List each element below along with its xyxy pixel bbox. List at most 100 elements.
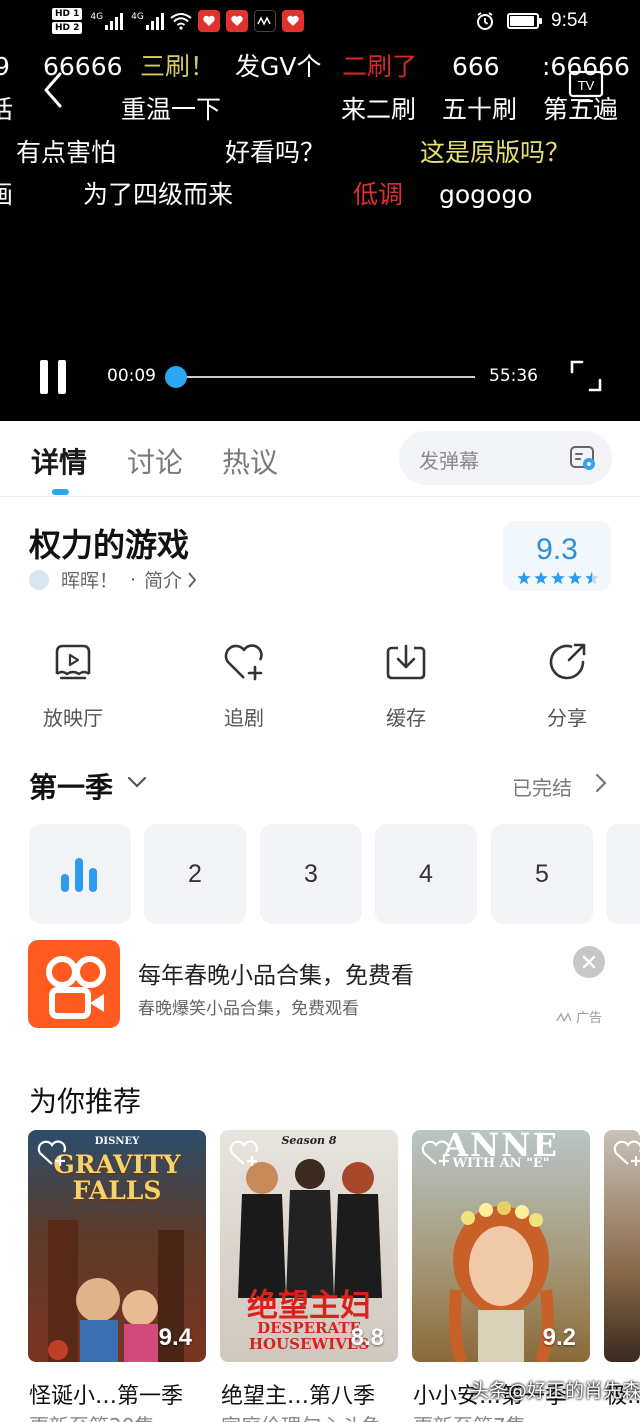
alarm-icon xyxy=(477,12,494,30)
hd-badges: HD 1 HD 2 xyxy=(52,8,83,34)
rec-subtitle: 更新至第7集 xyxy=(413,1410,526,1422)
intro-link[interactable]: 简介 xyxy=(144,566,182,593)
rec-card-partial[interactable] xyxy=(604,1130,640,1362)
rec-score: 9.4 xyxy=(158,1324,192,1351)
danmaku-input[interactable]: 发弹幕 xyxy=(399,431,612,485)
share-label: 分享 xyxy=(547,706,587,730)
heart-plus-icon[interactable] xyxy=(612,1138,640,1168)
ad-close-button[interactable] xyxy=(573,946,605,978)
current-time: 00:09 xyxy=(107,366,156,386)
chevron-right-icon[interactable] xyxy=(594,772,608,794)
active-tab-indicator xyxy=(52,489,69,495)
share-button[interactable]: 分享 xyxy=(517,640,617,731)
notification-app-icon xyxy=(197,10,220,32)
danmaku-comment: 好看吗？ xyxy=(225,138,326,167)
watermark: 头条@好正的肖先森 xyxy=(470,1380,640,1402)
danmaku-settings-icon[interactable] xyxy=(569,444,597,472)
episode-1-playing[interactable] xyxy=(29,824,131,924)
video-player[interactable]: HD 1 HD 2 4G 4G 9:54 9 66666 三刷！ 发GV个 二刷… xyxy=(0,0,640,421)
close-icon xyxy=(582,955,596,969)
network-type: 4G xyxy=(131,12,144,22)
danmaku-comment: gogogo xyxy=(439,180,533,209)
danmaku-comment: 有点害怕 xyxy=(16,138,117,167)
ad-app-logo[interactable] xyxy=(28,940,120,1028)
season-status[interactable]: 已完结 xyxy=(512,772,572,801)
season-selector[interactable]: 第一季 xyxy=(29,766,113,806)
episode-button[interactable] xyxy=(606,824,640,924)
tab-details[interactable]: 详情 xyxy=(31,441,87,481)
danmaku-comment: 来二刷 xyxy=(341,95,417,124)
status-bar: HD 1 HD 2 4G 4G 9:54 xyxy=(0,0,640,46)
danmaku-comment: 画 xyxy=(0,180,14,209)
uploader-avatar[interactable] xyxy=(29,569,49,590)
star-filled xyxy=(534,571,548,585)
rec-score: 9.2 xyxy=(542,1324,576,1351)
episode-button[interactable]: 5 xyxy=(491,824,593,924)
star-filled xyxy=(551,571,565,585)
danmaku-comment: 为了四级而来 xyxy=(83,180,234,209)
hd-badge: HD 1 xyxy=(52,8,83,20)
rating-card[interactable]: 9.3 xyxy=(503,521,611,591)
poster-art xyxy=(238,1159,382,1298)
heart-plus-icon[interactable] xyxy=(420,1138,452,1168)
danmaku-comment: 9 xyxy=(0,52,10,81)
notification-app-icon xyxy=(281,10,304,32)
rec-card-anne[interactable]: ANNE WITH AN "E" 9.2 xyxy=(412,1130,590,1362)
playing-bars-icon xyxy=(61,858,97,892)
hd-badge: HD 2 xyxy=(52,22,83,34)
theater-icon xyxy=(55,644,91,680)
detail-tab-bar: 详情 讨论 热议 发弹幕 xyxy=(0,421,640,497)
rec-card-desperate-housewives[interactable]: Season 8 绝望主妇 DESPERATE HOUSEWIVES 8.8 xyxy=(220,1130,398,1362)
theater-label: 放映厅 xyxy=(43,706,103,730)
episode-button[interactable]: 3 xyxy=(260,824,362,924)
follow-show-label: 追剧 xyxy=(224,706,264,730)
ad-source-icon xyxy=(556,1011,572,1022)
notification-app-icon xyxy=(225,10,248,32)
pause-button[interactable] xyxy=(38,360,68,394)
episode-button[interactable]: 2 xyxy=(144,824,246,924)
signal-icon: 4G xyxy=(90,12,124,30)
heart-plus-icon[interactable] xyxy=(228,1138,260,1168)
chevron-down-icon[interactable] xyxy=(126,772,148,792)
rating-score: 9.3 xyxy=(536,533,578,566)
download-button[interactable]: 缓存 xyxy=(356,640,456,731)
progress-knob[interactable] xyxy=(164,366,187,388)
ad-title[interactable]: 每年春晚小品合集，免费看 xyxy=(138,956,414,990)
network-type: 4G xyxy=(90,12,104,22)
follow-show-button[interactable]: 追剧 xyxy=(194,640,294,731)
rec-subtitle: 家庭伦理勾心斗角 xyxy=(221,1410,381,1422)
uploader-name[interactable]: 晖晖！ xyxy=(61,566,118,593)
tv-label: TV xyxy=(578,78,595,93)
tab-hot-topics[interactable]: 热议 xyxy=(222,441,278,481)
heart-plus-icon[interactable] xyxy=(36,1138,68,1168)
progress-track[interactable] xyxy=(175,376,475,378)
episode-button[interactable]: 4 xyxy=(375,824,477,924)
danmaku-comment: 五十刷 xyxy=(442,95,518,124)
tab-discussion[interactable]: 讨论 xyxy=(127,441,183,481)
ad-tag: 广告 xyxy=(556,1007,602,1026)
danmaku-comment: 这是原版吗？ xyxy=(420,138,571,167)
danmaku-comment: 话 xyxy=(0,95,14,124)
chevron-right-icon xyxy=(188,571,197,588)
signal-icon: 4G xyxy=(131,12,164,30)
clock: 9:54 xyxy=(551,10,588,31)
rec-title[interactable]: 绝望主…第八季 xyxy=(221,1378,375,1410)
show-meta: 晖晖！ · 简介 xyxy=(29,566,198,593)
heart-plus-icon xyxy=(224,644,263,681)
danmaku-input-placeholder: 发弹幕 xyxy=(419,449,479,473)
ad-description[interactable]: 春晚爆笑小品合集，免费观看 xyxy=(138,994,359,1019)
danmaku-comment: 666 xyxy=(452,52,500,81)
star-filled xyxy=(568,571,582,585)
back-arrow-icon[interactable] xyxy=(36,70,72,110)
rec-score: 8.8 xyxy=(350,1324,384,1351)
theater-button[interactable]: 放映厅 xyxy=(23,640,123,731)
download-icon xyxy=(386,644,426,680)
fullscreen-icon[interactable] xyxy=(568,358,604,394)
tv-cast-icon[interactable]: TV xyxy=(568,70,604,104)
battery-icon xyxy=(507,13,543,29)
rec-title[interactable]: 怪诞小…第一季 xyxy=(29,1378,183,1410)
recommend-title: 为你推荐 xyxy=(29,1085,142,1118)
rec-card-gravity-falls[interactable]: DISNEY GRAVITY FALLS 9.4 xyxy=(28,1130,206,1362)
download-label: 缓存 xyxy=(386,706,426,730)
danmaku-comment: 二刷了 xyxy=(342,52,418,81)
